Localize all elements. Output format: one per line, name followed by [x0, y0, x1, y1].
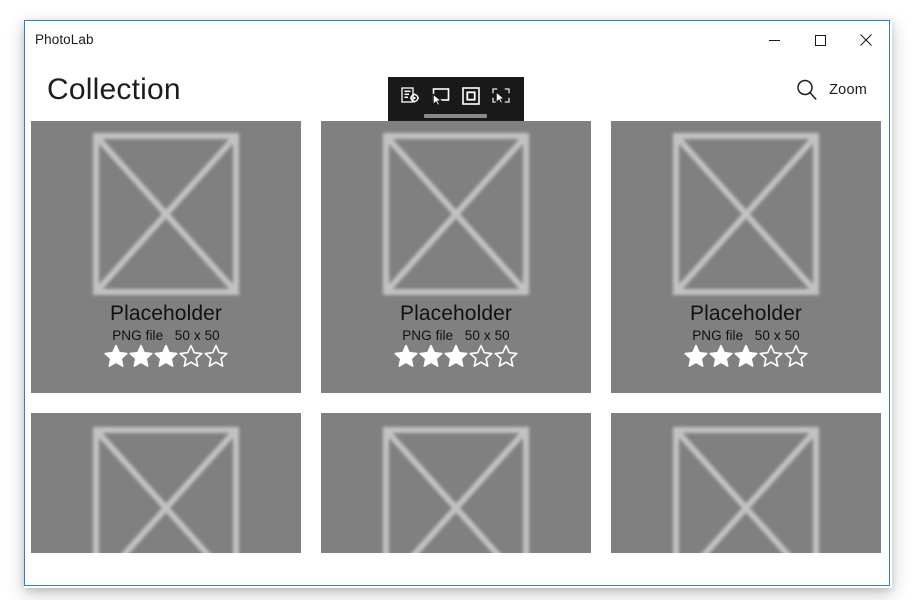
title-bar[interactable]: PhotoLab	[25, 21, 889, 59]
star-outline-icon[interactable]	[179, 344, 203, 368]
maximize-icon	[814, 34, 826, 46]
pointer-screen-icon	[432, 88, 450, 106]
minimize-button[interactable]	[751, 21, 797, 59]
placeholder-thumbnail	[383, 427, 529, 553]
crossed-box-icon	[383, 133, 529, 295]
close-icon	[860, 34, 872, 46]
star-outline-icon[interactable]	[204, 344, 228, 368]
page-title: Collection	[47, 73, 181, 106]
crossed-box-icon	[673, 427, 819, 553]
photo-tile[interactable]: Placeholder PNG file 50 x 50	[611, 121, 881, 393]
app-screen: PhotoLab Collection Zoom Placeholder PNG…	[0, 0, 914, 600]
list-settings-icon	[401, 87, 420, 103]
maximize-button[interactable]	[797, 21, 843, 59]
photo-tile[interactable]	[31, 413, 301, 553]
page-header: Collection Zoom	[25, 59, 889, 125]
zoom-button[interactable]: Zoom	[789, 74, 873, 106]
star-filled-icon[interactable]	[394, 344, 418, 368]
command-toolbar	[388, 77, 524, 125]
tile-rating[interactable]	[104, 344, 228, 368]
placeholder-thumbnail	[673, 133, 819, 295]
star-filled-icon[interactable]	[419, 344, 443, 368]
select-pointer-frame-icon	[492, 88, 510, 104]
photo-tile[interactable]: Placeholder PNG file 50 x 50	[321, 121, 591, 393]
toolbar-active-indicator	[424, 114, 487, 118]
star-outline-icon[interactable]	[494, 344, 518, 368]
star-filled-icon[interactable]	[444, 344, 468, 368]
star-filled-icon[interactable]	[709, 344, 733, 368]
select-pointer-frame-button[interactable]	[486, 81, 516, 111]
close-button[interactable]	[843, 21, 889, 59]
photo-tile[interactable]	[321, 413, 591, 553]
zoom-label: Zoom	[829, 82, 867, 98]
app-title: PhotoLab	[35, 32, 94, 48]
photo-tile[interactable]: Placeholder PNG file 50 x 50	[31, 121, 301, 393]
star-outline-icon[interactable]	[759, 344, 783, 368]
gallery-grid-row1: Placeholder PNG file 50 x 50 Placeholder…	[25, 121, 889, 393]
pointer-screen-button[interactable]	[426, 81, 456, 111]
crossed-box-icon	[93, 133, 239, 295]
tile-meta: PNG file 50 x 50	[402, 328, 510, 344]
placeholder-thumbnail	[93, 133, 239, 295]
gallery-grid-row2	[25, 413, 889, 553]
nested-square-button[interactable]	[456, 81, 486, 111]
placeholder-thumbnail	[673, 427, 819, 553]
star-outline-icon[interactable]	[784, 344, 808, 368]
tile-rating[interactable]	[394, 344, 518, 368]
nested-square-icon	[462, 87, 480, 105]
list-settings-button[interactable]	[396, 81, 426, 111]
tile-title: Placeholder	[109, 302, 222, 325]
tile-meta: PNG file 50 x 50	[112, 328, 220, 344]
star-filled-icon[interactable]	[129, 344, 153, 368]
tile-title: Placeholder	[399, 302, 512, 325]
search-icon	[797, 79, 817, 101]
minimize-icon	[768, 39, 780, 41]
photolab-window: PhotoLab Collection Zoom Placeholder PNG…	[24, 20, 890, 586]
crossed-box-icon	[93, 427, 239, 553]
crossed-box-icon	[673, 133, 819, 295]
star-filled-icon[interactable]	[104, 344, 128, 368]
tile-rating[interactable]	[684, 344, 808, 368]
caption-button-group	[751, 21, 889, 59]
star-filled-icon[interactable]	[154, 344, 178, 368]
star-outline-icon[interactable]	[469, 344, 493, 368]
placeholder-thumbnail	[93, 427, 239, 553]
crossed-box-icon	[383, 427, 529, 553]
tile-meta: PNG file 50 x 50	[692, 328, 800, 344]
tile-title: Placeholder	[689, 302, 802, 325]
star-filled-icon[interactable]	[684, 344, 708, 368]
star-filled-icon[interactable]	[734, 344, 758, 368]
placeholder-thumbnail	[383, 133, 529, 295]
photo-tile[interactable]	[611, 413, 881, 553]
